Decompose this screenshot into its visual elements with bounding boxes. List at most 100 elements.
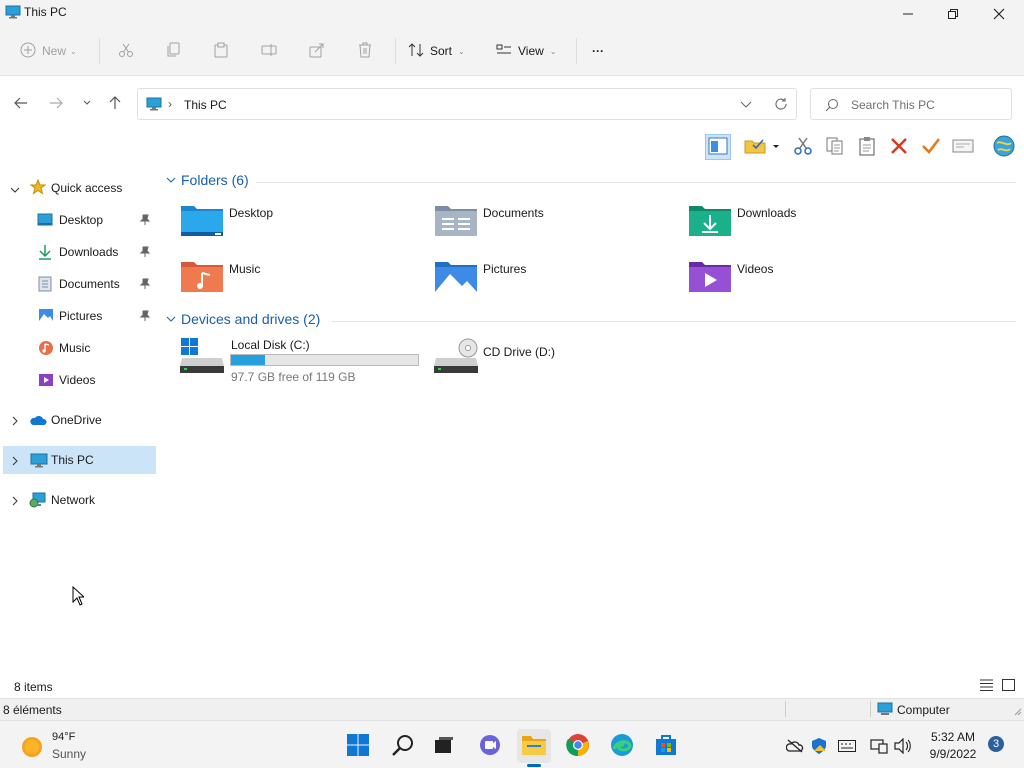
close-button[interactable] (976, 0, 1022, 28)
paste-button[interactable] (213, 36, 229, 66)
refresh-icon[interactable] (774, 97, 788, 114)
apply-legacy-button[interactable] (918, 134, 944, 160)
chevron-right-icon[interactable] (11, 455, 19, 469)
chevron-down-icon[interactable] (740, 99, 752, 113)
search-icon (391, 733, 415, 760)
sidebar-item-documents[interactable]: Documents (0, 270, 156, 298)
folder-tile-pictures[interactable]: Pictures (432, 256, 672, 306)
copy-legacy-button[interactable] (822, 134, 848, 160)
task-view-button[interactable] (427, 729, 461, 763)
recent-locations-button[interactable] (77, 94, 97, 114)
folder-tile-desktop[interactable]: Desktop (178, 200, 418, 250)
delete-button[interactable] (357, 36, 373, 66)
drive-name: Local Disk (C:) (231, 338, 310, 352)
clipboard-icon (857, 136, 877, 159)
drive-tile-d[interactable]: CD Drive (D:) (432, 338, 672, 388)
address-bar[interactable]: › This PC (137, 88, 797, 120)
security-shield-icon[interactable] (809, 736, 829, 756)
onedrive-tray-icon[interactable] (785, 736, 805, 756)
cut-button[interactable] (118, 36, 134, 66)
breadcrumb[interactable]: This PC (184, 98, 227, 112)
chevron-right-icon[interactable] (11, 495, 19, 509)
paste-legacy-button[interactable] (854, 134, 880, 160)
notification-badge[interactable]: 3 (988, 736, 1004, 752)
folder-tile-music[interactable]: Music (178, 256, 418, 306)
back-button[interactable] (11, 94, 31, 114)
chevron-down-icon[interactable] (10, 184, 20, 198)
cut-legacy-button[interactable] (790, 134, 816, 160)
sort-button[interactable]: Sort ⌄ (408, 36, 465, 66)
search-box[interactable]: Search This PC (810, 88, 1012, 120)
drive-name: CD Drive (D:) (483, 345, 555, 359)
group-title: Folders (6) (181, 172, 249, 188)
pin-icon[interactable] (139, 310, 151, 325)
weather-widget[interactable]: 94°F Sunny (12, 727, 102, 763)
chevron-down-icon (166, 311, 176, 327)
videos-folder-icon (688, 258, 732, 297)
network-tray-icon[interactable] (869, 736, 889, 756)
sidebar-item-pictures[interactable]: Pictures (0, 302, 156, 330)
folder-icon (521, 734, 547, 759)
chevron-right-icon[interactable] (11, 415, 19, 429)
clock[interactable]: 5:32 AM 9/9/2022 (920, 727, 986, 763)
sidebar-item-quick-access[interactable]: Quick access (0, 174, 156, 202)
search-icon (825, 98, 839, 115)
sidebar-item-this-pc[interactable]: This PC (3, 446, 156, 474)
search-input[interactable]: Search This PC (851, 98, 935, 112)
up-button[interactable] (105, 94, 125, 114)
chat-icon (478, 733, 502, 760)
breadcrumb-chevron-icon: › (168, 97, 172, 111)
trash-icon (357, 42, 373, 61)
sidebar-item-label: This PC (51, 453, 94, 467)
copy-button[interactable] (165, 36, 181, 66)
active-indicator (527, 764, 541, 767)
video-icon (38, 373, 54, 390)
file-explorer-taskbar-button[interactable] (517, 729, 551, 767)
folder-tile-videos[interactable]: Videos (686, 256, 926, 306)
maximize-button[interactable] (930, 0, 976, 28)
start-button[interactable] (341, 729, 375, 763)
keyboard-icon[interactable] (837, 736, 857, 756)
properties-legacy-button[interactable] (950, 134, 976, 160)
volume-icon[interactable] (893, 736, 913, 756)
sidebar-item-downloads[interactable]: Downloads (0, 238, 156, 266)
drive-tile-c[interactable]: Local Disk (C:) 97.7 GB free of 119 GB (178, 338, 438, 388)
chevron-down-icon: ⌄ (549, 46, 557, 56)
globe-legacy-button[interactable] (991, 134, 1017, 160)
teams-chat-button[interactable] (473, 729, 507, 763)
edge-icon (610, 733, 634, 760)
sidebar-item-onedrive[interactable]: OneDrive (0, 406, 156, 434)
delete-legacy-button[interactable] (886, 134, 912, 160)
pin-icon[interactable] (139, 278, 151, 293)
music-icon (38, 340, 54, 359)
sidebar-item-desktop[interactable]: Desktop (0, 206, 156, 234)
pin-icon[interactable] (139, 214, 151, 229)
select-folder-button[interactable] (741, 134, 781, 160)
sidebar-item-network[interactable]: Network (0, 486, 156, 514)
tiles-view-icon[interactable] (1002, 679, 1015, 694)
chrome-button[interactable] (561, 729, 595, 763)
store-button[interactable] (649, 729, 683, 763)
folder-tile-downloads[interactable]: Downloads (686, 200, 926, 250)
folder-tile-documents[interactable]: Documents (432, 200, 672, 250)
sidebar-item-videos[interactable]: Videos (0, 366, 156, 394)
windows-drive-icon (180, 338, 224, 377)
pin-icon[interactable] (139, 246, 151, 261)
sidebar-item-music[interactable]: Music (0, 334, 156, 362)
new-button[interactable]: New ⌄ (20, 36, 77, 66)
rename-button[interactable] (261, 36, 277, 66)
forward-button[interactable] (46, 94, 66, 114)
preview-pane-button[interactable] (705, 134, 731, 160)
resize-grip-icon[interactable] (1012, 705, 1022, 719)
view-button[interactable]: View ⌄ (496, 36, 557, 66)
share-button[interactable] (309, 36, 325, 66)
devices-group-header[interactable]: Devices and drives (2) (166, 311, 320, 327)
search-taskbar-button[interactable] (386, 729, 420, 763)
details-view-icon[interactable] (980, 679, 993, 694)
picture-icon (38, 308, 54, 325)
minimize-button[interactable] (885, 0, 931, 28)
edge-button[interactable] (605, 729, 639, 763)
more-options-button[interactable]: ··· (592, 36, 604, 66)
folders-group-header[interactable]: Folders (6) (166, 172, 249, 188)
this-pc-icon (30, 453, 48, 471)
